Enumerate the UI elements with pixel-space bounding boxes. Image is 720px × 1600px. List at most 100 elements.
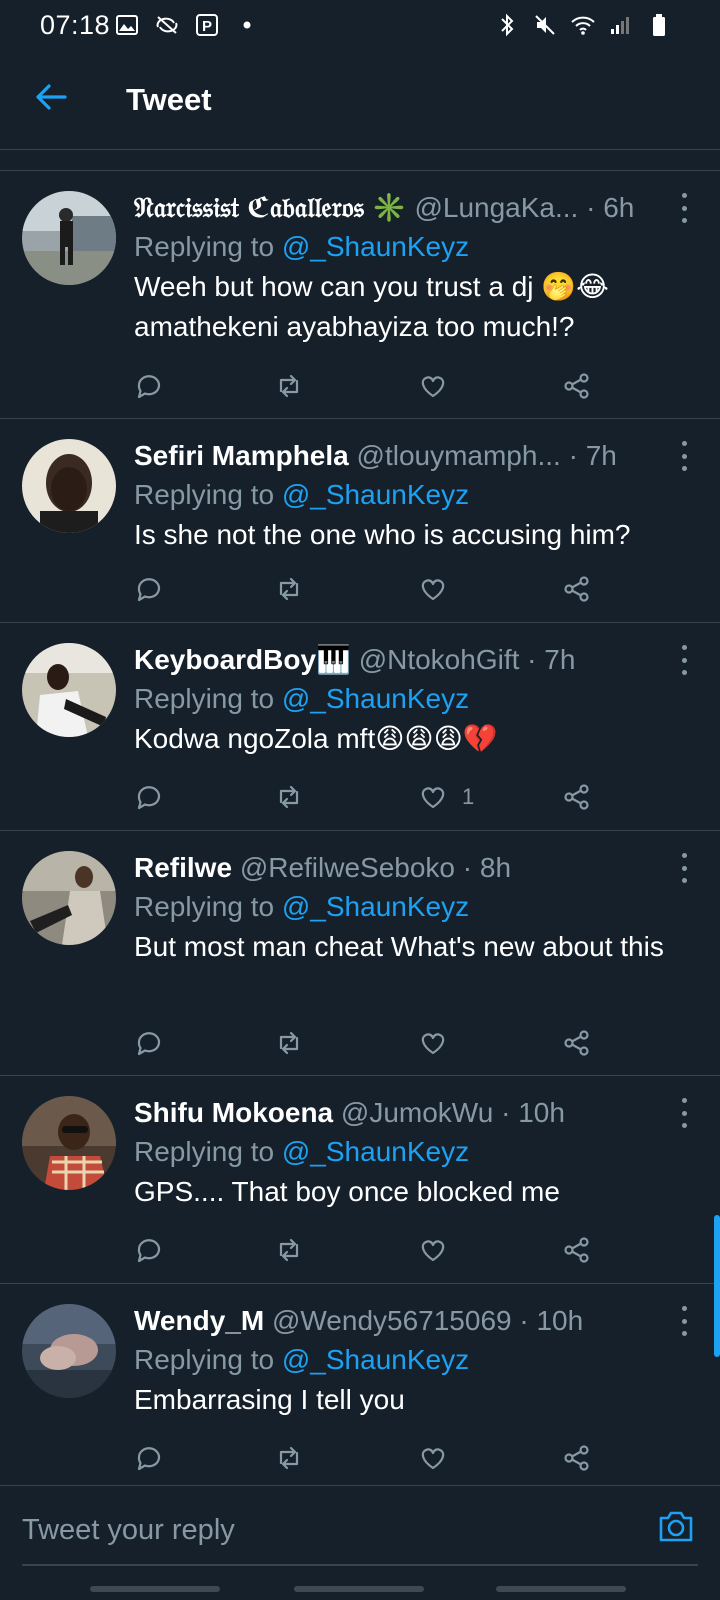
like-button[interactable] [418,569,462,609]
retweet-button[interactable] [274,366,304,406]
reply-button[interactable] [134,777,164,817]
more-options-button[interactable] [676,1306,692,1336]
avatar[interactable] [22,1096,116,1190]
gallery-icon [114,12,140,38]
mention-link[interactable]: @_ShaunKeyz [282,479,469,510]
tweet-text: Kodwa ngoZola mft😩😩😩💔 [134,723,498,754]
share-button[interactable] [562,1438,592,1478]
display-name[interactable]: KeyboardBoy🎹 [134,644,351,675]
reply-button[interactable] [134,1023,164,1063]
retweet-icon [279,1031,299,1055]
reply-icon [137,1447,161,1471]
like-button[interactable] [418,1230,462,1270]
like-button[interactable] [418,1438,462,1478]
user-handle[interactable]: @JumokWu [341,1097,493,1128]
reply-tweet[interactable]: 𝔑𝔞𝔯𝔠𝔦𝔰𝔰𝔦𝔰𝔱 ℭ𝔞𝔟𝔞𝔩𝔩𝔢𝔯𝔬𝔰 ✳️ @LungaKa... · 6… [0,171,720,419]
share-icon [564,1445,589,1471]
display-name[interactable]: Sefiri Mamphela [134,440,349,471]
dot-icon [234,12,260,38]
user-handle[interactable]: @LungaKa... [414,192,578,223]
back-button[interactable] [28,76,74,122]
separator-dot: · [501,1097,519,1128]
avatar[interactable] [22,1304,116,1398]
retweet-icon [279,577,299,601]
reply-button[interactable] [134,1438,164,1478]
display-name[interactable]: Refilwe [134,852,232,883]
timestamp[interactable]: 10h [518,1097,565,1128]
mention-link[interactable]: @_ShaunKeyz [282,891,469,922]
share-button[interactable] [562,1023,592,1063]
timestamp[interactable]: 6h [603,192,634,223]
reply-tweet[interactable]: KeyboardBoy🎹 @NtokohGift · 7h Replying t… [0,623,720,831]
reply-button[interactable] [134,569,164,609]
more-options-button[interactable] [676,645,692,675]
more-options-button[interactable] [676,441,692,471]
mention-link[interactable]: @_ShaunKeyz [282,1344,469,1375]
reply-tweet[interactable]: Wendy_M @Wendy56715069 · 10h Replying to… [0,1284,720,1485]
retweet-button[interactable] [274,1230,304,1270]
more-options-button[interactable] [676,193,692,223]
timestamp[interactable]: 7h [544,644,575,675]
reply-button[interactable] [134,366,164,406]
mention-link[interactable]: @_ShaunKeyz [282,683,469,714]
retweet-button[interactable] [274,777,304,817]
separator-dot: · [586,192,604,223]
retweet-button[interactable] [274,569,304,609]
replying-to: Replying to @_ShaunKeyz [134,479,470,510]
timestamp[interactable]: 8h [480,852,511,883]
share-button[interactable] [562,366,592,406]
timestamp[interactable]: 10h [536,1305,583,1336]
share-icon [564,576,589,602]
tweet-text: But most man cheat What's new about this [134,931,664,962]
nav-home-button[interactable] [294,1586,424,1592]
timestamp[interactable]: 7h [586,440,617,471]
mute-icon [532,12,558,38]
mention-link[interactable]: @_ShaunKeyz [282,1136,469,1167]
mention-link[interactable]: @_ShaunKeyz [282,231,469,262]
reply-input[interactable]: Tweet your reply [22,1514,235,1547]
svg-text:P: P [202,18,212,35]
avatar[interactable] [22,191,116,285]
more-options-button[interactable] [676,1098,692,1128]
share-button[interactable] [562,1230,592,1270]
heart-icon [421,579,445,601]
like-button[interactable] [418,366,462,406]
reply-tweet[interactable]: Sefiri Mamphela @tlouymamph... · 7h Repl… [0,419,720,623]
nav-recent-button[interactable] [90,1586,220,1592]
separator-dot: · [568,440,586,471]
display-name[interactable]: Wendy_M [134,1305,264,1336]
heart-icon [421,376,445,398]
reply-icon [137,1239,161,1263]
like-count: 1 [462,784,475,809]
user-handle[interactable]: @Wendy56715069 [272,1305,512,1336]
display-name[interactable]: Shifu Mokoena [134,1097,333,1128]
display-name[interactable]: 𝔑𝔞𝔯𝔠𝔦𝔰𝔰𝔦𝔰𝔱 ℭ𝔞𝔟𝔞𝔩𝔩𝔢𝔯𝔬𝔰 ✳️ [134,192,407,223]
share-button[interactable] [562,569,592,609]
avatar[interactable] [22,851,116,945]
retweet-button[interactable] [274,1023,304,1063]
more-options-button[interactable] [676,853,692,883]
user-handle[interactable]: @RefilweSeboko [240,852,455,883]
avatar[interactable] [22,643,116,737]
reply-button[interactable] [134,1230,164,1270]
user-handle[interactable]: @tlouymamph... [357,440,561,471]
scrollbar[interactable] [714,1215,720,1357]
nav-back-button[interactable] [496,1586,626,1592]
separator-dot: · [519,1305,537,1336]
reply-tweet[interactable]: Refilwe @RefilweSeboko · 8h Replying to … [0,831,720,1076]
share-button[interactable] [562,777,592,817]
like-button[interactable] [418,1023,462,1063]
reply-tweet[interactable]: Shifu Mokoena @JumokWu · 10h Replying to… [0,1076,720,1284]
user-handle[interactable]: @NtokohGift [359,644,520,675]
avatar[interactable] [22,439,116,533]
like-button[interactable]: 1 [418,777,474,817]
page-title: Tweet [126,82,212,117]
no-rotate-icon [154,12,180,38]
reply-icon [137,786,161,810]
camera-button[interactable] [656,1506,696,1546]
retweet-button[interactable] [274,1438,304,1478]
replying-to: Replying to @_ShaunKeyz [134,231,470,262]
tweet-actions [134,1230,614,1270]
reply-input-underline [22,1564,698,1566]
separator-dot: · [462,852,480,883]
